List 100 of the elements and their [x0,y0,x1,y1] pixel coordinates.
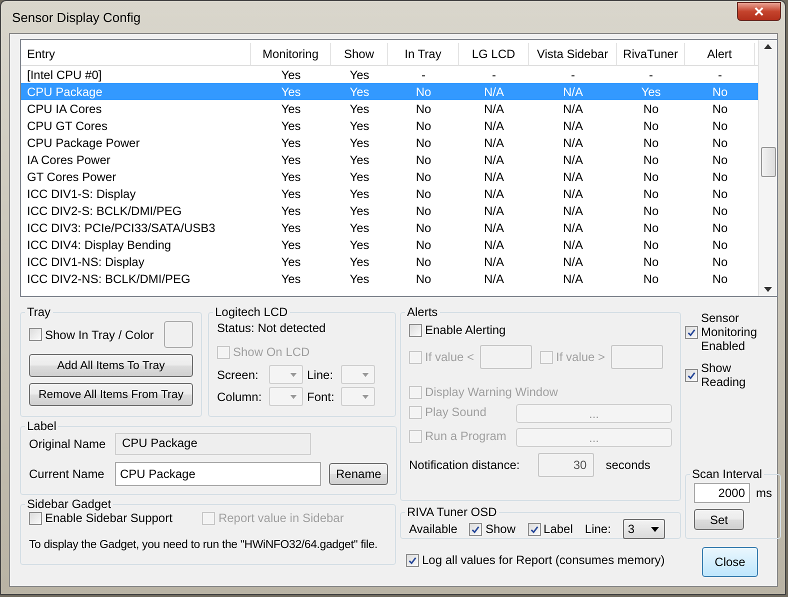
checkbox-label: Display Warning Window [425,385,558,399]
column-header[interactable]: Monitoring [251,43,331,65]
field-label: Column: [217,390,263,404]
table-cell-text: N/A [562,272,584,286]
checkbox-label: If value < [425,350,474,364]
table-cell-text: No [414,254,432,268]
table-row[interactable]: ICC DIV2-NS: BCLK/DMI/PEG Yes Yes No N/A N/A No No [21,270,758,287]
table-cell-text: No [642,254,660,268]
table-cell-text: N/A [562,186,584,200]
caret-icon [362,394,369,398]
table-row[interactable]: CPU IA Cores Yes Yes No N/A N/A No No [21,100,758,117]
checkbox[interactable] [409,324,422,336]
checkbox-label: Show In Tray / Color [45,328,154,342]
table-row[interactable]: CPU GT Cores Yes Yes No N/A N/A No No [21,117,758,134]
table-cell-text: ICC DIV3: PCIe/PCI33/SATA/USB3 [26,220,216,234]
column-header[interactable]: RivaTuner [617,43,685,65]
current-name-field[interactable]: CPU Package [115,462,321,486]
dropdown[interactable] [269,387,303,406]
table-cell-text: N/A [562,102,584,116]
table-row[interactable]: IA Cores Power Yes Yes No N/A N/A No No [21,151,758,168]
table-row[interactable]: ICC DIV1-NS: Display Yes Yes No N/A N/A No No [21,253,758,270]
table-cell-text: N/A [482,186,505,200]
dropdown[interactable] [341,387,375,406]
checkbox-label: Enable Alerting [425,323,506,337]
threshold-field[interactable] [480,345,532,369]
column-header[interactable]: In Tray [388,43,459,65]
caret-icon [290,394,297,398]
table-cell-text: Yes [280,170,302,184]
table-cell-text: No [642,220,660,234]
checkbox[interactable] [29,512,42,524]
unit-label: ms [756,486,772,500]
check-icon [471,524,480,534]
caret-icon [362,372,369,376]
table-cell-text: No [414,102,432,116]
table-cell-text: N/A [562,204,584,218]
down-arrow-icon [764,287,772,292]
checkbox[interactable] [685,368,698,382]
scan-interval-field[interactable]: 2000 [694,483,750,503]
notification-field[interactable]: 30 [538,453,594,477]
table-cell-text: N/A [482,204,505,218]
check-icon [687,328,696,336]
table-cell-text: N/A [562,238,584,252]
table-cell-text: Yes [348,136,370,150]
table-cell-text: No [711,204,729,218]
table-row[interactable]: ICC DIV3: PCIe/PCI33/SATA/USB3 Yes Yes No N/A N/A No No [21,219,758,236]
table-cell-text: N/A [562,136,584,150]
table-cell-text: - [717,68,723,82]
table-cell-text: No [414,152,432,166]
table-cell-text: No [414,170,432,184]
table-cell-text: CPU Package Power [26,136,141,150]
dropdown[interactable] [341,365,375,384]
checkbox[interactable] [528,522,541,536]
table-row[interactable]: ICC DIV2-S: BCLK/DMI/PEG Yes Yes No N/A N/A No No [21,202,758,219]
table-row[interactable]: GT Cores Power Yes Yes No N/A N/A No No [21,168,758,185]
dropdown[interactable] [269,365,303,384]
table-cell-text: N/A [482,220,505,234]
column-header[interactable]: Entry [21,43,251,65]
column-header[interactable]: Show [331,43,388,65]
set-button[interactable]: Set [694,509,744,530]
table-cell-text: Yes [348,254,370,268]
column-header[interactable]: Vista Sidebar [529,43,617,65]
table-cell-text: N/A [482,102,505,116]
checkbox[interactable] [469,522,482,536]
column-header[interactable]: Alert [685,43,755,65]
table-cell-text: N/A [482,170,505,184]
rename-button[interactable]: Rename [329,463,388,485]
table-cell-text: No [414,136,432,150]
table-cell-text: No [711,102,729,116]
table-cell-text: N/A [482,272,505,286]
table-cell-text: - [648,68,654,82]
table-row[interactable]: [Intel CPU #0] Yes Yes - - - - - [21,66,758,83]
color-swatch[interactable] [164,321,193,348]
checkbox[interactable] [685,326,698,338]
table-cell-text: No [642,152,660,166]
checkbox-label: Show Reading [701,361,747,389]
table-row[interactable]: ICC DIV1-S: Display Yes Yes No N/A N/A No No [21,185,758,202]
table-cell-text: No [414,186,432,200]
table-row[interactable]: CPU Package Power Yes Yes No N/A N/A No No [21,134,758,151]
table-cell-text: No [414,238,432,252]
scroll-thumb[interactable] [760,147,776,177]
threshold-field[interactable] [611,345,664,369]
tray-button[interactable]: Add All Items To Tray [29,354,193,377]
scrollbar[interactable] [758,40,777,296]
line-dropdown[interactable]: 3 [622,519,665,539]
table-cell-text: No [711,118,729,132]
column-header[interactable]: LG LCD [459,43,529,65]
group-title: Scan Interval [691,467,764,481]
table-cell-text: No [711,238,729,252]
tray-button[interactable]: Remove All Items From Tray [29,383,193,406]
table-cell-text: ICC DIV2-NS: BCLK/DMI/PEG [26,272,192,286]
table-cell-text: IA Cores Power [26,152,112,166]
table-row[interactable]: ICC DIV4: Display Bending Yes Yes No N/A N/A No No [21,236,758,253]
checkbox[interactable] [29,328,42,341]
check-icon [408,556,417,564]
close-window-button[interactable] [737,2,781,20]
table-cell-text: Yes [348,118,370,132]
checkbox[interactable] [406,554,419,566]
window-title: Sensor Display Config [12,10,141,24]
close-button[interactable]: Close [702,547,758,577]
table-cell-text: Yes [348,186,370,200]
